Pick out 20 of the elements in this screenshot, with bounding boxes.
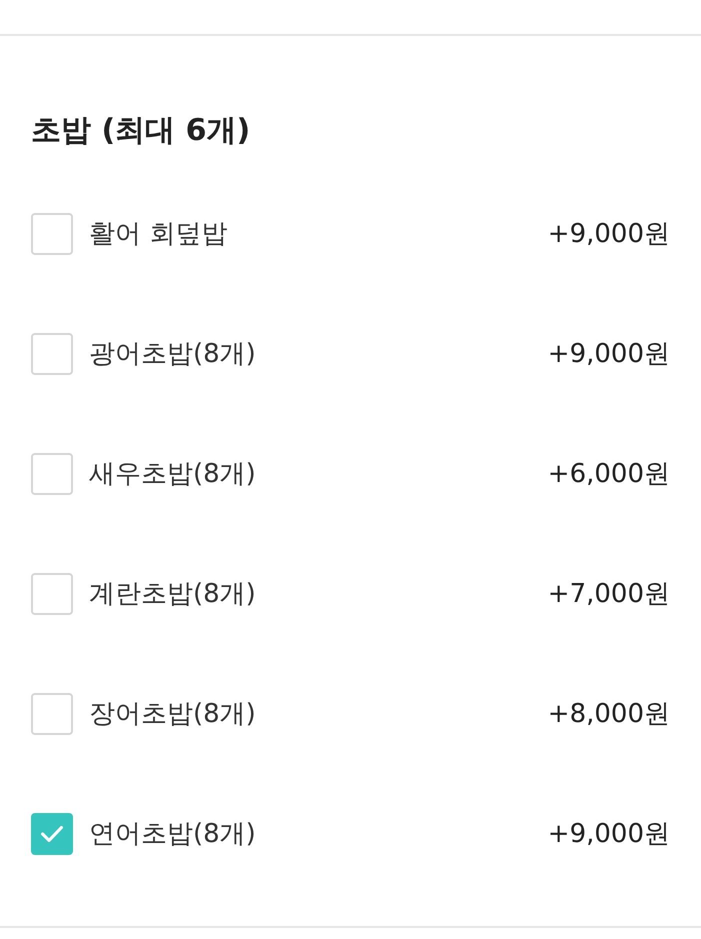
checkbox[interactable]	[31, 573, 73, 615]
section-title: 초밥 (최대 6개)	[31, 112, 250, 150]
option-price: +9,000원	[548, 818, 670, 851]
option-price: +8,000원	[548, 698, 670, 731]
option-price: +6,000원	[548, 458, 670, 491]
option-label: 광어초밥(8개)	[89, 338, 256, 371]
checkbox[interactable]	[31, 693, 73, 735]
option-label: 계란초밥(8개)	[89, 578, 256, 611]
checkmark-icon	[41, 826, 63, 842]
option-label: 장어초밥(8개)	[89, 698, 256, 731]
option-price: +9,000원	[548, 218, 670, 251]
checkbox[interactable]	[31, 333, 73, 375]
checkbox[interactable]	[31, 453, 73, 495]
option-label: 새우초밥(8개)	[89, 458, 256, 491]
option-label: 연어초밥(8개)	[89, 818, 256, 851]
checkbox[interactable]	[31, 213, 73, 255]
checkbox[interactable]	[31, 813, 73, 855]
option-price: +7,000원	[548, 578, 670, 611]
option-label: 활어 회덮밥	[89, 218, 228, 251]
option-price: +9,000원	[548, 338, 670, 371]
